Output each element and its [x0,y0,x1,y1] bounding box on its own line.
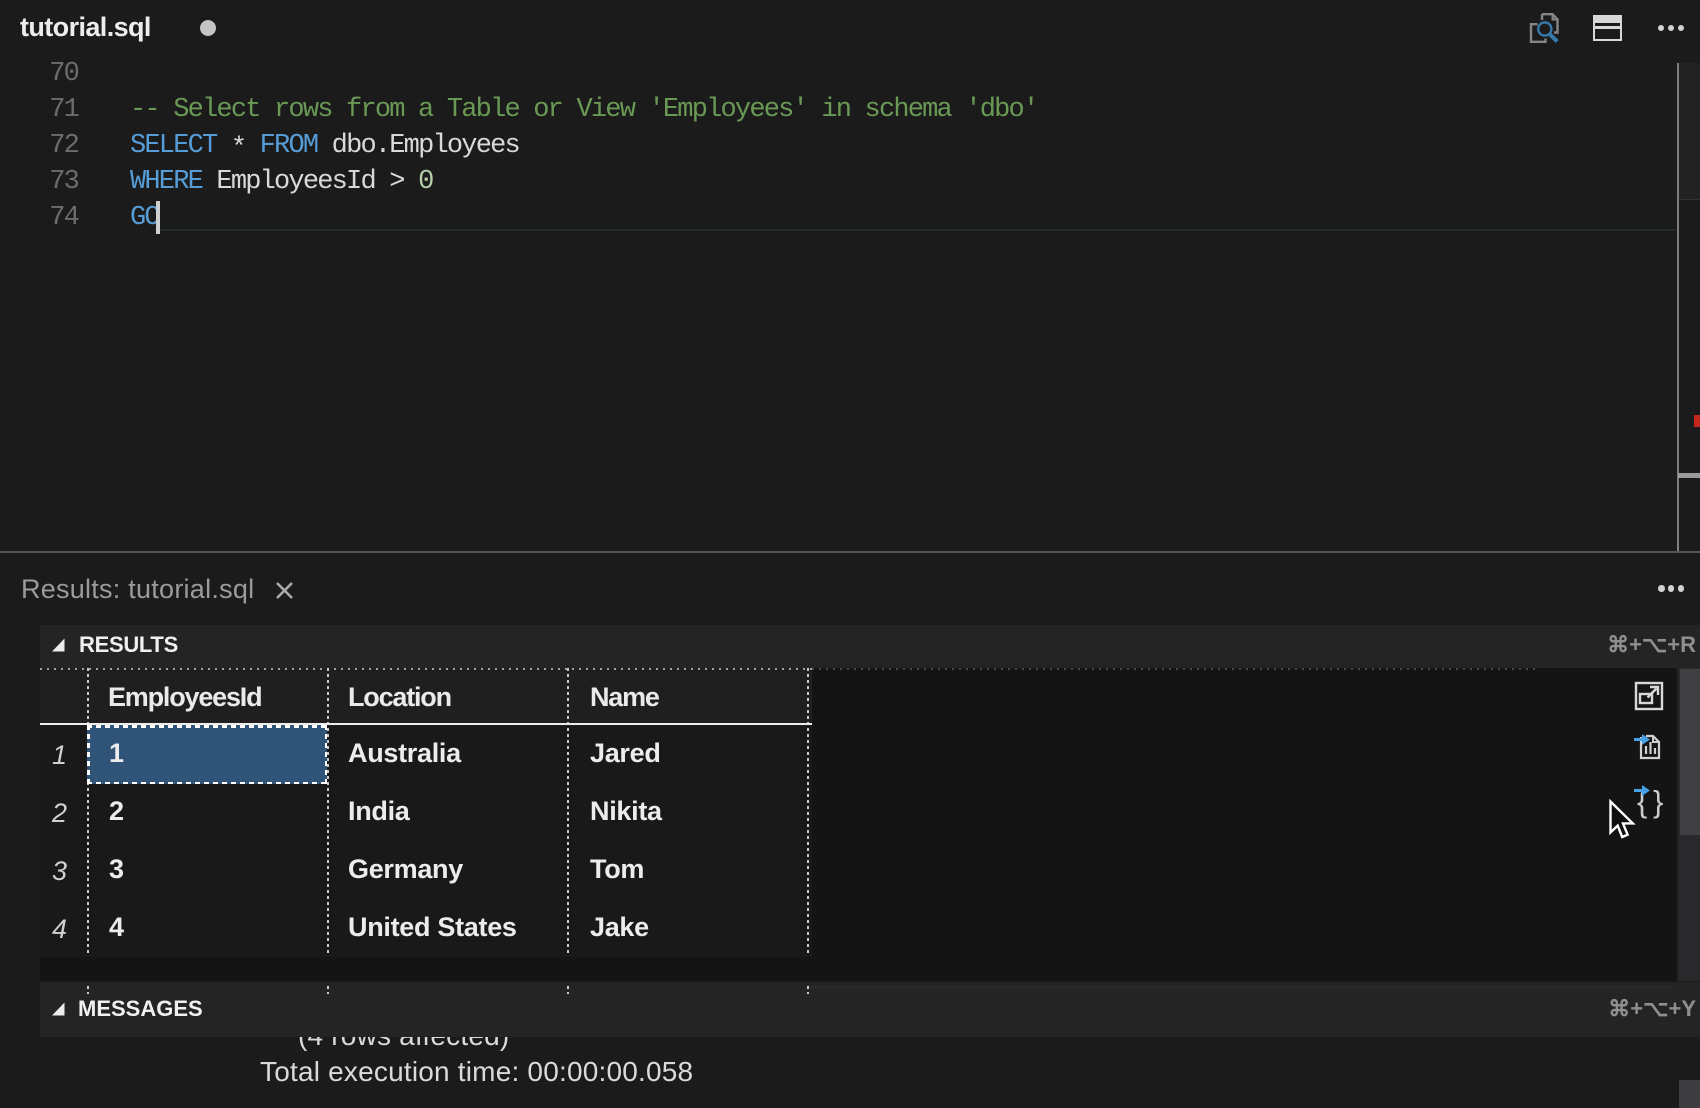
svg-text:}: } [1653,784,1663,819]
